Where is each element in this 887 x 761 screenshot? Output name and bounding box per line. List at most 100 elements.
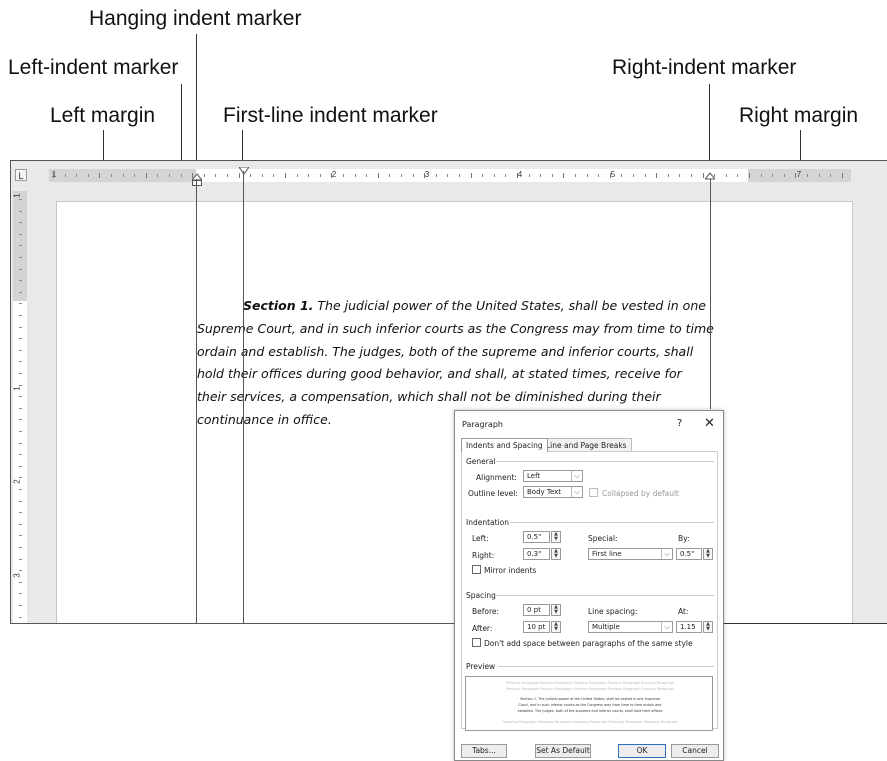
ruler-tick <box>19 419 22 421</box>
paragraph-line: Supreme Court, and in such inferior cour… <box>197 320 714 336</box>
ruler-tick <box>19 396 22 398</box>
set-as-default-button[interactable]: Set As Default <box>535 744 591 758</box>
ruler-tick <box>656 173 658 178</box>
preview-line: Previous Paragraph Previous Paragraph Pr… <box>505 681 675 685</box>
after-field[interactable]: 10 pt <box>523 621 550 633</box>
divider <box>496 595 714 596</box>
ruler-tick <box>19 361 22 363</box>
ruler-number: 1 <box>49 170 59 179</box>
tabs-button[interactable]: Tabs... <box>461 744 507 758</box>
ruler-tick <box>19 581 22 583</box>
alignment-dropdown[interactable]: Left ⌵ <box>523 470 583 482</box>
right-indent-spinner[interactable]: ▲ ▼ <box>551 548 561 560</box>
at-label: At: <box>678 607 689 616</box>
first-line-indent-marker[interactable] <box>239 167 249 176</box>
chevron-down-icon: ⌵ <box>571 487 582 497</box>
ruler-tick <box>366 174 368 177</box>
word-document-window: L 1 2 3 4 5 7 1 1 2 3 Section 1. The jud… <box>10 160 887 624</box>
ruler-tick <box>19 199 22 200</box>
by-field[interactable]: 0.5" <box>676 548 702 560</box>
after-spinner[interactable]: ▲ ▼ <box>551 621 561 633</box>
section-preview: Preview <box>466 662 496 671</box>
chevron-down-icon: ⌵ <box>661 622 672 632</box>
ruler-tick <box>19 454 22 456</box>
tab-selector-button[interactable]: L <box>15 169 27 181</box>
line-spacing-dropdown[interactable]: Multiple ⌵ <box>588 621 673 633</box>
paragraph-line: hold their offices during good behavior,… <box>197 366 682 382</box>
ok-button[interactable]: OK <box>618 744 666 758</box>
left-indent-spinner[interactable]: ▲ ▼ <box>551 531 561 543</box>
ruler-tick <box>19 268 22 270</box>
special-dropdown[interactable]: First line ⌵ <box>588 548 673 560</box>
chevron-down-icon: ⌵ <box>661 549 672 559</box>
by-spinner[interactable]: ▲ ▼ <box>703 548 713 560</box>
ruler-tick <box>586 174 588 177</box>
dont-add-space-checkbox[interactable] <box>472 638 481 647</box>
cancel-button[interactable]: Cancel <box>671 744 719 758</box>
ruler-tick <box>343 174 344 177</box>
at-field[interactable]: 1.15 <box>676 621 702 633</box>
ruler-tick <box>795 173 797 178</box>
help-button[interactable]: ? <box>677 418 682 429</box>
callout-right-indent: Right-indent marker <box>612 56 797 79</box>
line-spacing-label: Line spacing: <box>588 607 638 616</box>
ruler-tick <box>412 174 414 177</box>
divider <box>496 461 714 462</box>
paragraph-preview: Previous Paragraph Previous Paragraph Pr… <box>465 676 713 731</box>
preview-line: Previous Paragraph Previous Paragraph Pr… <box>505 687 675 691</box>
horizontal-ruler[interactable]: 1 2 3 4 5 7 <box>49 169 851 182</box>
ruler-tick <box>19 616 22 618</box>
paragraph-line: The judicial power of the United States,… <box>313 298 706 313</box>
ruler-tick <box>377 173 379 178</box>
ruler-tick <box>19 315 22 316</box>
callout-left-indent: Left-indent marker <box>8 56 179 79</box>
ruler-tick <box>76 174 78 177</box>
ruler-tick <box>830 174 832 177</box>
ruler-tick <box>633 174 634 177</box>
ruler-tick <box>598 174 600 177</box>
ruler-tick <box>215 174 217 177</box>
hanging-indent-guide <box>196 179 197 623</box>
mirror-indents-checkbox[interactable] <box>472 565 481 574</box>
ruler-tick <box>53 173 54 178</box>
tab-indents-and-spacing[interactable]: Indents and Spacing <box>461 438 548 452</box>
ruler-tick <box>19 349 22 351</box>
right-indent-to-dialog-line <box>724 623 887 624</box>
close-icon[interactable]: ✕ <box>704 416 715 431</box>
leader-right-indent <box>709 84 710 170</box>
vertical-ruler[interactable]: 1 1 2 3 <box>13 191 27 623</box>
ruler-tick <box>389 174 391 177</box>
ruler-tick <box>667 174 669 177</box>
outline-level-dropdown[interactable]: Body Text ⌵ <box>523 486 583 498</box>
section-label: Section 1. <box>243 298 314 313</box>
right-indent-guide <box>710 179 711 409</box>
right-indent-label: Right: <box>472 551 495 560</box>
ruler-tick <box>19 257 22 258</box>
collapsed-label: Collapsed by default <box>602 489 679 498</box>
ruler-tick <box>19 245 22 247</box>
at-spinner[interactable]: ▲ ▼ <box>703 621 713 633</box>
ruler-tick <box>19 222 22 224</box>
ruler-tick <box>725 174 727 177</box>
ruler-tick <box>783 174 785 177</box>
before-field[interactable]: 0 pt <box>523 604 550 616</box>
ruler-tick <box>319 174 321 177</box>
ruler-tick <box>87 174 89 177</box>
ruler-tick <box>470 173 472 178</box>
ruler-tick <box>19 523 22 525</box>
ruler-tick <box>203 174 205 177</box>
left-indent-marker[interactable] <box>192 180 202 186</box>
ruler-tick <box>841 173 843 178</box>
first-line-indent-guide <box>243 171 244 623</box>
ruler-tick <box>505 174 507 177</box>
by-label: By: <box>678 534 690 543</box>
left-indent-field[interactable]: 0.5" <box>523 531 550 543</box>
ruler-tick <box>19 489 22 490</box>
ruler-tick <box>818 174 820 177</box>
before-spinner[interactable]: ▲ ▼ <box>551 604 561 616</box>
collapsed-checkbox[interactable] <box>589 488 598 497</box>
tab-line-and-page-breaks[interactable]: Line and Page Breaks <box>541 438 632 452</box>
ruler-tick <box>19 384 22 386</box>
ruler-tick <box>19 570 22 572</box>
right-indent-field[interactable]: 0.3" <box>523 548 550 560</box>
